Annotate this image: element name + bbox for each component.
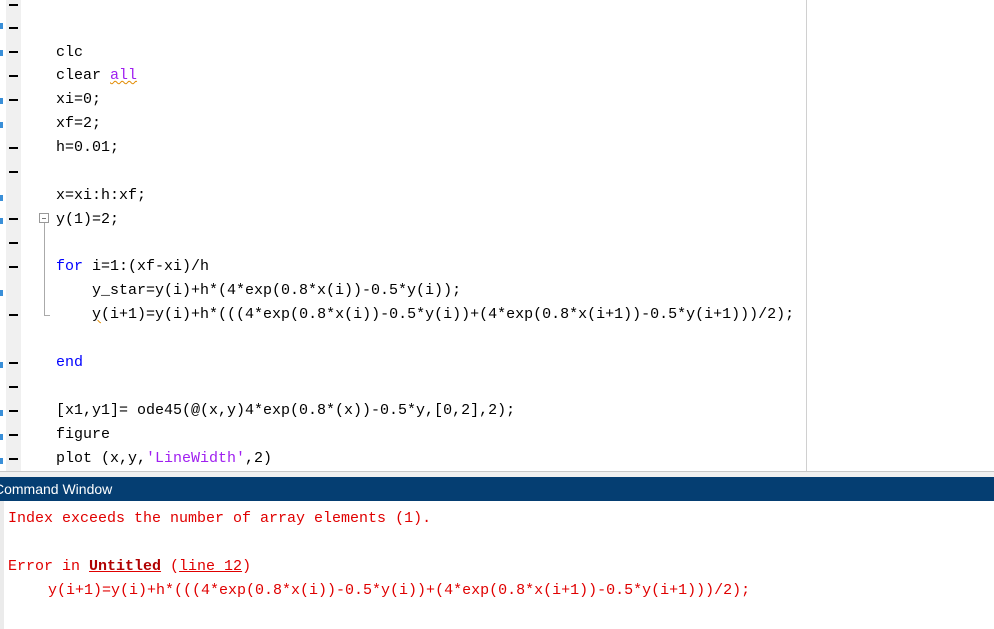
code-line: hold on [9,423,75,447]
code-line: end [9,303,83,371]
executable-line-marker[interactable] [9,218,18,220]
line-numbers-clipped [0,0,5,471]
executable-line-marker[interactable] [9,386,18,388]
code-line: xi=0; [9,40,101,108]
executable-line-marker[interactable] [9,4,18,6]
executable-line-marker[interactable] [9,266,18,268]
error-line-link[interactable]: line 12 [179,558,242,575]
code-warning[interactable]: all [110,67,137,84]
code-area[interactable]: clc clear all xi=0; xf=2; h=0.01; x=xi:h… [9,0,994,471]
code-line: for i=1:(xf-xi)/h [9,207,209,275]
executable-line-marker[interactable] [9,51,18,53]
executable-line-marker[interactable] [9,147,18,149]
code-line: clear all [9,16,137,84]
executable-line-marker[interactable] [9,410,18,412]
code-editor[interactable]: clc clear all xi=0; xf=2; h=0.01; x=xi:h… [0,0,994,471]
code-line: xf=2; [9,64,101,132]
code-line: figure [9,375,110,443]
code-line: y(i+1)=y(i)+h*(((4*exp(0.8*x(i))-0.5*y(i… [9,255,794,323]
breakpoint-gutter[interactable] [6,0,21,471]
code-line: clc [9,0,83,61]
code-line: plot (x,y,'LineWidth',2) [9,399,272,467]
code-line: y_star=y(i)+h*(4*exp(0.8*x(i))-0.5*y(i))… [9,231,461,299]
code-line: [x1,y1]= ode45(@(x,y)4*exp(0.8*(x))-0.5*… [9,351,515,419]
code-line: y(1)=2; [9,160,119,228]
code-line: plot (x1,y1,'LineWidth',2) [9,447,75,471]
executable-line-marker[interactable] [9,171,18,173]
executable-line-marker[interactable] [9,99,18,101]
executable-line-marker[interactable] [9,314,18,316]
command-window-title: Command Window [0,481,113,497]
error-file-link[interactable]: Untitled [89,558,161,575]
code-warning[interactable]: y [92,306,101,323]
executable-line-marker[interactable] [9,75,18,77]
command-window-gutter [0,501,4,629]
command-window[interactable]: Index exceeds the number of array elemen… [0,501,994,629]
executable-line-marker[interactable] [9,362,18,364]
executable-line-marker[interactable] [9,27,18,29]
code-line: x=xi:h:xf; [9,136,146,204]
error-location: Error in Untitled (line 12) [8,558,252,575]
error-message: Index exceeds the number of array elemen… [8,510,432,527]
command-window-header[interactable]: Command Window [0,477,994,501]
executable-line-marker[interactable] [9,242,18,244]
executable-line-marker[interactable] [9,458,18,460]
executable-line-marker[interactable] [9,434,18,436]
code-line: h=0.01; [9,88,119,156]
error-code-line: y(i+1)=y(i)+h*(((4*exp(0.8*x(i))-0.5*y(i… [48,582,751,599]
